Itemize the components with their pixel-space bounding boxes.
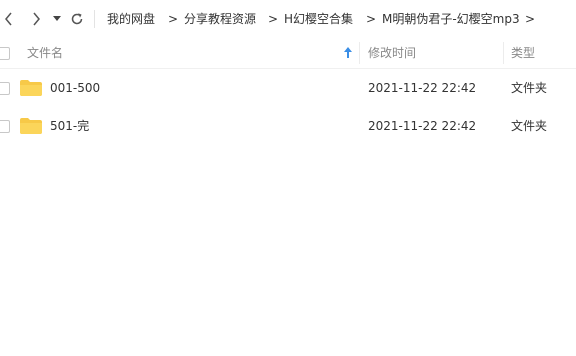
column-header-modified[interactable]: 修改时间	[368, 38, 416, 68]
breadcrumb-item-share-resources[interactable]: 分享教程资源	[184, 11, 256, 27]
caret-down-icon	[53, 16, 61, 21]
toolbar: 我的网盘 > 分享教程资源 > H幻樱空合集 > M明朝伪君子-幻樱空mp3 >	[0, 0, 576, 38]
file-type: 文件夹	[511, 119, 548, 133]
file-row[interactable]: 001-500 2021-11-22 22:42 文件夹	[0, 69, 576, 107]
breadcrumb-item-my-drive[interactable]: 我的网盘	[107, 11, 155, 27]
folder-icon	[20, 80, 42, 96]
breadcrumb-separator: >	[268, 12, 279, 26]
file-modified-time: 2021-11-22 22:42	[368, 81, 477, 95]
file-name[interactable]: 001-500	[50, 80, 100, 96]
column-divider[interactable]	[359, 42, 360, 64]
file-list-header: 文件名 修改时间 类型	[0, 38, 576, 69]
file-type: 文件夹	[511, 81, 548, 95]
breadcrumb-separator: >	[366, 12, 377, 26]
column-divider[interactable]	[503, 42, 504, 64]
breadcrumb-separator: >	[168, 12, 179, 26]
history-dropdown-button[interactable]	[50, 9, 64, 29]
back-button[interactable]	[0, 9, 18, 29]
refresh-button[interactable]	[68, 9, 86, 29]
column-header-type[interactable]: 类型	[511, 38, 535, 68]
file-row[interactable]: 501-完 2021-11-22 22:42 文件夹	[0, 107, 576, 145]
file-modified-time: 2021-11-22 22:42	[368, 119, 477, 133]
folder-icon	[20, 118, 42, 134]
select-all-checkbox[interactable]	[0, 47, 10, 60]
column-header-name[interactable]: 文件名	[27, 38, 63, 68]
toolbar-divider	[94, 10, 95, 28]
row-checkbox[interactable]	[0, 82, 10, 95]
breadcrumb-item-current-folder[interactable]: M明朝伪君子-幻樱空mp3	[382, 11, 520, 27]
row-checkbox[interactable]	[0, 120, 10, 133]
forward-button[interactable]	[27, 9, 45, 29]
sort-up-icon[interactable]	[344, 47, 352, 58]
chevron-left-icon	[5, 12, 12, 26]
breadcrumb-separator: >	[525, 12, 536, 26]
file-name[interactable]: 501-完	[50, 118, 89, 134]
refresh-icon	[71, 13, 83, 25]
breadcrumb-item-collection[interactable]: H幻樱空合集	[284, 11, 353, 27]
chevron-right-icon	[33, 12, 40, 26]
